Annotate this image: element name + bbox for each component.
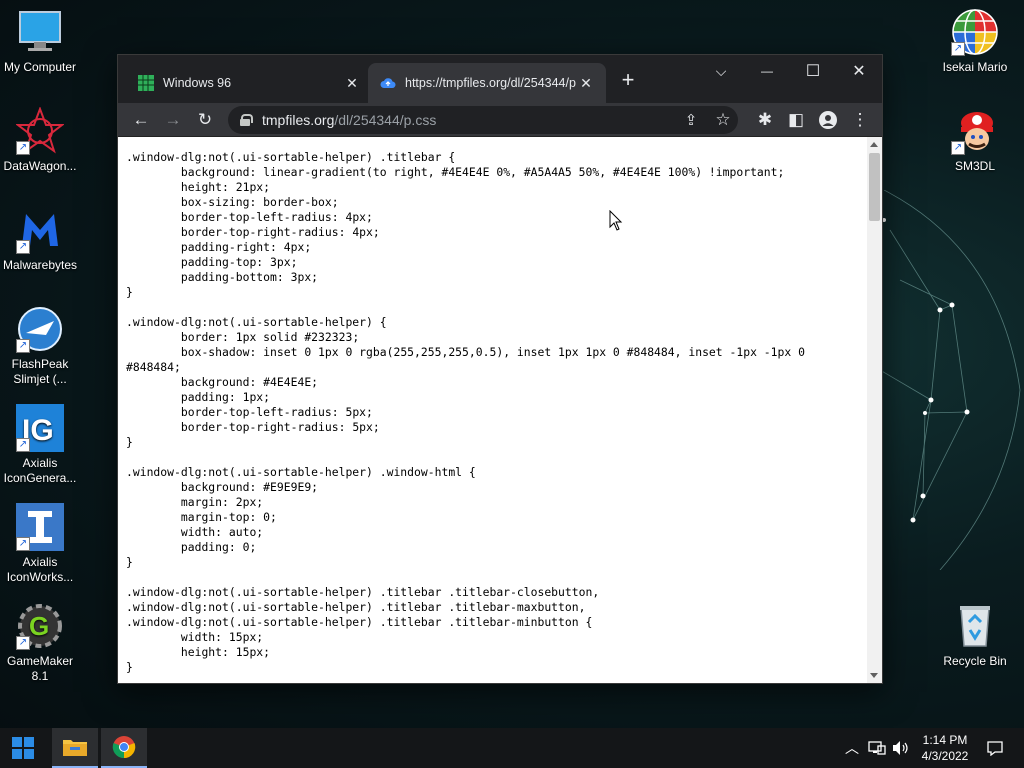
mouse-cursor-icon <box>609 210 623 231</box>
scroll-up-arrow-icon[interactable] <box>870 142 878 147</box>
tab-close-icon[interactable]: ✕ <box>344 75 360 92</box>
address-bar[interactable]: tmpfiles.org/dl/254344/p.css <box>228 106 738 134</box>
wallpaper-network-decoration <box>880 190 1021 570</box>
menu-kebab-icon[interactable]: ⋮ <box>847 107 873 133</box>
desktop-icon-axialis-iconworkshop[interactable]: ↗ Axialis IconWorks... <box>0 503 80 585</box>
tab-windows96[interactable]: Windows 96 ✕ <box>126 63 372 103</box>
computer-icon <box>16 8 64 56</box>
desktop-icon-recycle-bin[interactable]: Recycle Bin <box>935 602 1015 669</box>
axialis-icongenerator-icon: IG ↗ <box>16 404 64 452</box>
mario-icon: ↗ <box>951 107 999 155</box>
tab-title: https://tmpfiles.org/dl/254344/p <box>405 76 576 90</box>
taskbar: ︿ 1:14 PM 4/3/2022 <box>0 728 1024 768</box>
browser-toolbar: ← → ↻ tmpfiles.org/dl/254344/p.css ⇪ ☆ ✱… <box>118 103 882 137</box>
network-icon[interactable] <box>866 728 888 768</box>
desktop-icon-label: My Computer <box>3 60 77 74</box>
reload-button[interactable]: ↻ <box>192 107 218 133</box>
vertical-scrollbar[interactable] <box>867 137 882 683</box>
scrollbar-thumb[interactable] <box>869 153 880 221</box>
clock-date: 4/3/2022 <box>921 749 969 763</box>
tab-tmpfiles[interactable]: https://tmpfiles.org/dl/254344/p ✕ <box>368 63 606 103</box>
shortcut-arrow-icon: ↗ <box>951 141 965 155</box>
tray-overflow-chevron-icon[interactable]: ︿ <box>842 728 862 768</box>
desktop-icon-label: DataWagon... <box>3 159 77 173</box>
malwarebytes-icon: ↗ <box>16 206 64 254</box>
tab-strip: Windows 96 ✕ https://tmpfiles.org/dl/254… <box>118 55 882 103</box>
datawagon-icon: ↗ <box>15 106 65 155</box>
tab-title: Windows 96 <box>163 76 232 90</box>
globe-icon: ↗ <box>951 8 999 56</box>
forward-button[interactable]: → <box>160 107 186 133</box>
shortcut-arrow-icon: ↗ <box>16 240 30 254</box>
profile-avatar-icon[interactable] <box>815 107 841 133</box>
axialis-iconworkshop-icon: ↗ <box>16 503 64 551</box>
desktop-icon-label: FlashPeak Slimjet (... <box>11 357 69 386</box>
desktop-icon-datawagon[interactable]: ↗ DataWagon... <box>0 106 80 174</box>
clock-time: 1:14 PM <box>922 733 968 747</box>
taskbar-chrome[interactable] <box>101 728 147 768</box>
desktop-icon-label: Axialis IconWorks... <box>6 555 74 584</box>
desktop-icon-label: GameMaker 8.1 <box>6 654 74 683</box>
bookmark-star-icon[interactable]: ☆ <box>710 107 736 133</box>
desktop-icon-slimjet[interactable]: ↗ FlashPeak Slimjet (... <box>0 305 80 387</box>
tab-close-icon[interactable]: ✕ <box>578 75 594 92</box>
slimjet-icon: ↗ <box>16 305 64 353</box>
taskbar-file-explorer[interactable] <box>52 728 98 768</box>
svg-text:G: G <box>29 611 49 641</box>
shortcut-arrow-icon: ↗ <box>16 141 30 155</box>
extensions-icon[interactable]: ✱ <box>752 107 778 133</box>
shortcut-arrow-icon: ↗ <box>951 42 965 56</box>
minimize-button[interactable]: — <box>744 55 790 87</box>
scroll-down-arrow-icon[interactable] <box>870 673 878 678</box>
css-source-text: .window-dlg:not(.ui-sortable-helper) .ti… <box>126 150 805 674</box>
volume-icon[interactable] <box>890 728 912 768</box>
recycle-bin-icon <box>951 602 999 650</box>
side-panel-icon[interactable]: ◧ <box>783 107 809 133</box>
shortcut-arrow-icon: ↗ <box>16 636 30 650</box>
desktop-icon-label: Recycle Bin <box>943 654 1007 668</box>
windows-start-icon <box>12 737 34 759</box>
page-content: .window-dlg:not(.ui-sortable-helper) .ti… <box>118 137 882 683</box>
desktop-icon-label: Axialis IconGenera... <box>3 456 77 485</box>
chrome-window: Windows 96 ✕ https://tmpfiles.org/dl/254… <box>117 54 883 684</box>
shortcut-arrow-icon: ↗ <box>16 537 30 551</box>
desktop-icon-axialis-icongenerator[interactable]: IG ↗ Axialis IconGenera... <box>0 404 80 486</box>
system-clock[interactable]: 1:14 PM 4/3/2022 <box>910 732 980 764</box>
close-window-button[interactable]: ✕ <box>836 55 882 87</box>
shortcut-arrow-icon: ↗ <box>16 339 30 353</box>
desktop-icon-sm3dl[interactable]: ↗ SM3DL <box>935 107 1015 174</box>
desktop-icon-isekai-mario[interactable]: ↗ Isekai Mario <box>935 8 1015 75</box>
desktop-icon-label: Malwarebytes <box>2 258 78 272</box>
chrome-icon <box>112 736 136 759</box>
lock-icon <box>240 114 253 126</box>
share-icon[interactable]: ⇪ <box>678 107 704 133</box>
shortcut-arrow-icon: ↗ <box>16 438 30 452</box>
desktop-icon-label: SM3DL <box>954 159 995 173</box>
url-domain: tmpfiles.org <box>262 112 335 128</box>
maximize-button[interactable]: ☐ <box>790 55 836 87</box>
desktop-icon-gamemaker[interactable]: G ↗ GameMaker 8.1 <box>0 602 80 684</box>
desktop-icon-label: Isekai Mario <box>942 60 1008 74</box>
folder-icon <box>63 740 87 756</box>
new-tab-button[interactable]: + <box>616 69 640 91</box>
start-button[interactable] <box>0 728 46 768</box>
notification-icon[interactable] <box>984 728 1006 768</box>
back-button[interactable]: ← <box>128 107 154 133</box>
cloud-favicon <box>380 75 396 91</box>
desktop-icon-malwarebytes[interactable]: ↗ Malwarebytes <box>0 206 80 273</box>
url-path: /dl/254344/p.css <box>334 112 437 128</box>
windows96-favicon <box>138 75 154 91</box>
tab-search-dropdown-icon[interactable]: ⌵ <box>698 55 744 87</box>
desktop-icon-my-computer[interactable]: My Computer <box>0 8 80 75</box>
gamemaker-icon: G ↗ <box>16 602 64 650</box>
